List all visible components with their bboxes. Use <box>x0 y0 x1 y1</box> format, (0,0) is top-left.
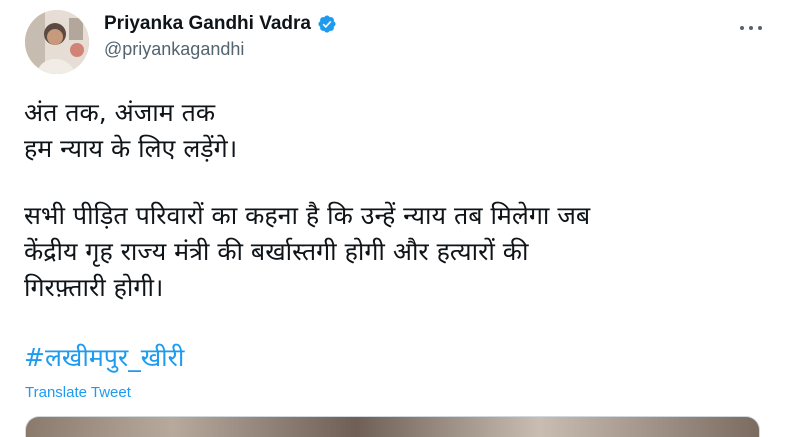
more-options-icon[interactable] <box>736 18 766 38</box>
tweet-text: अंत तक, अंजाम तक हम न्याय के लिए लड़ेंगे… <box>24 95 784 306</box>
more-dot <box>740 26 744 30</box>
tweet-card: Priyanka Gandhi Vadra @priyankagandhi अं… <box>0 0 800 437</box>
tweet-line: हम न्याय के लिए लड़ेंगे। <box>24 134 238 163</box>
author-name-row: Priyanka Gandhi Vadra <box>104 13 337 35</box>
tweet-line: केंद्रीय गृह राज्य मंत्री की बर्खास्तगी … <box>24 237 529 266</box>
hashtag-link[interactable]: #लखीमपुर_खीरी <box>24 340 184 374</box>
tweet-line: सभी पीड़ित परिवारों का कहना है कि उन्हें… <box>24 201 591 230</box>
avatar-photo-icon <box>25 10 89 74</box>
tweet-line: अंत तक, अंजाम तक <box>24 98 216 127</box>
author-handle[interactable]: @priyankagandhi <box>104 39 337 60</box>
tweet-media-image[interactable] <box>25 416 760 437</box>
verified-badge-icon <box>317 14 337 34</box>
tweet-author: Priyanka Gandhi Vadra @priyankagandhi <box>104 13 337 60</box>
more-dot <box>758 26 762 30</box>
tweet-line: गिरफ़्तारी होगी। <box>24 273 164 302</box>
author-display-name[interactable]: Priyanka Gandhi Vadra <box>104 13 311 35</box>
author-avatar[interactable] <box>25 10 89 74</box>
more-dot <box>749 26 753 30</box>
translate-tweet-link[interactable]: Translate Tweet <box>25 384 131 401</box>
